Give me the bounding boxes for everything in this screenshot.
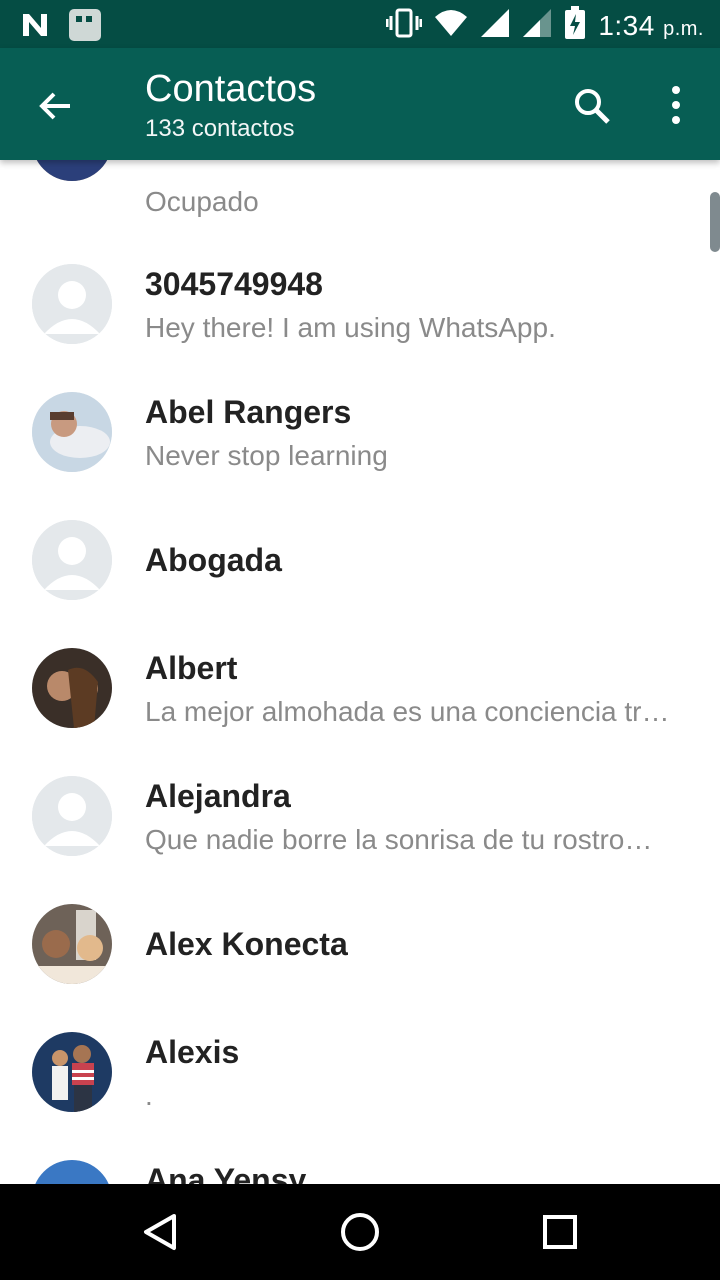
more-options-icon[interactable] <box>660 80 692 132</box>
contact-row[interactable]: Alejandra Que nadie borre la sonrisa de … <box>0 744 720 872</box>
contact-name: Abogada <box>145 542 282 578</box>
contact-row[interactable]: Alex Konecta <box>0 872 720 1000</box>
contact-count: 133 contactos <box>145 115 295 142</box>
contact-name: Abel Rangers <box>145 394 352 430</box>
contact-list[interactable]: 3005057517 Ocupado 3045749948 Hey there!… <box>0 160 720 1184</box>
contact-name: Ana Yensy <box>145 1162 307 1184</box>
contact-name: Alexis <box>145 1034 240 1070</box>
signal-icon <box>480 8 510 43</box>
back-triangle-icon[interactable] <box>134 1206 186 1258</box>
wifi-icon <box>434 9 468 42</box>
contact-avatar-default[interactable] <box>32 264 112 344</box>
contact-avatar[interactable] <box>32 160 112 181</box>
contact-avatar[interactable] <box>32 648 112 728</box>
status-time: 1:34 p.m. <box>598 9 704 41</box>
contact-name: Albert <box>145 650 238 686</box>
battery-charging-icon <box>564 6 586 45</box>
back-arrow-icon[interactable] <box>30 80 82 132</box>
contact-row[interactable]: 3005057517 Ocupado <box>0 160 720 232</box>
contact-row[interactable]: Abel Rangers Never stop learning <box>0 360 720 488</box>
contact-row[interactable]: Albert La mejor almohada es una concienc… <box>0 616 720 744</box>
contact-row[interactable]: Ana Yensy <box>0 1128 720 1184</box>
signal-icon-2 <box>522 8 552 43</box>
contact-avatar-default[interactable] <box>32 520 112 600</box>
contact-name: Alejandra <box>145 778 291 814</box>
n-logo-icon <box>20 10 50 45</box>
contact-status: La mejor almohada es una conciencia tr… <box>145 696 670 727</box>
contact-status: Ocupado <box>145 186 259 217</box>
contact-name: Alex Konecta <box>145 926 348 962</box>
app-bar: Contactos 133 contactos <box>0 48 720 160</box>
contact-avatar[interactable] <box>32 1160 112 1184</box>
contact-avatar-default[interactable] <box>32 776 112 856</box>
contact-status: Never stop learning <box>145 440 388 471</box>
home-circle-icon[interactable] <box>334 1206 386 1258</box>
navigation-bar <box>0 1184 720 1280</box>
gallery-app-icon <box>68 8 102 47</box>
contact-row[interactable]: Abogada <box>0 488 720 616</box>
contact-row[interactable]: Alexis . <box>0 1000 720 1128</box>
title-block: Contactos 133 contactos <box>145 66 316 146</box>
page-title: Contactos <box>145 68 317 110</box>
search-icon[interactable] <box>566 80 618 132</box>
contact-avatar[interactable] <box>32 904 112 984</box>
contact-avatar[interactable] <box>32 392 112 472</box>
vibrate-icon <box>385 7 423 44</box>
contact-row[interactable]: 3045749948 Hey there! I am using WhatsAp… <box>0 232 720 360</box>
contact-avatar[interactable] <box>32 1032 112 1112</box>
contact-name: 3045749948 <box>145 266 323 302</box>
status-bar: 1:34 p.m. <box>0 0 720 48</box>
contact-status: . <box>145 1080 153 1111</box>
scrollbar-thumb[interactable] <box>710 192 720 252</box>
contact-status: Hey there! I am using WhatsApp. <box>145 312 556 343</box>
contact-status: Que nadie borre la sonrisa de tu rostro… <box>145 824 653 855</box>
recents-square-icon[interactable] <box>534 1206 586 1258</box>
